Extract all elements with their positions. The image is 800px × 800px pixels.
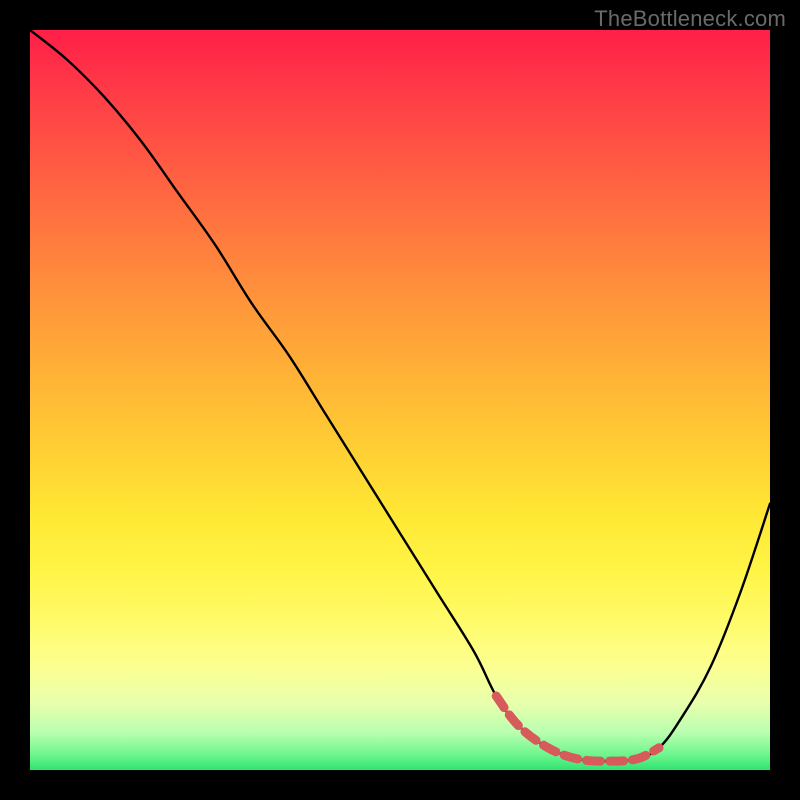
- plot-area: [30, 30, 770, 770]
- chart-stage: TheBottleneck.com: [0, 0, 800, 800]
- watermark: TheBottleneck.com: [594, 6, 786, 32]
- main-curve-path: [30, 30, 770, 761]
- highlight-curve-path: [496, 696, 659, 761]
- curve-layer: [30, 30, 770, 770]
